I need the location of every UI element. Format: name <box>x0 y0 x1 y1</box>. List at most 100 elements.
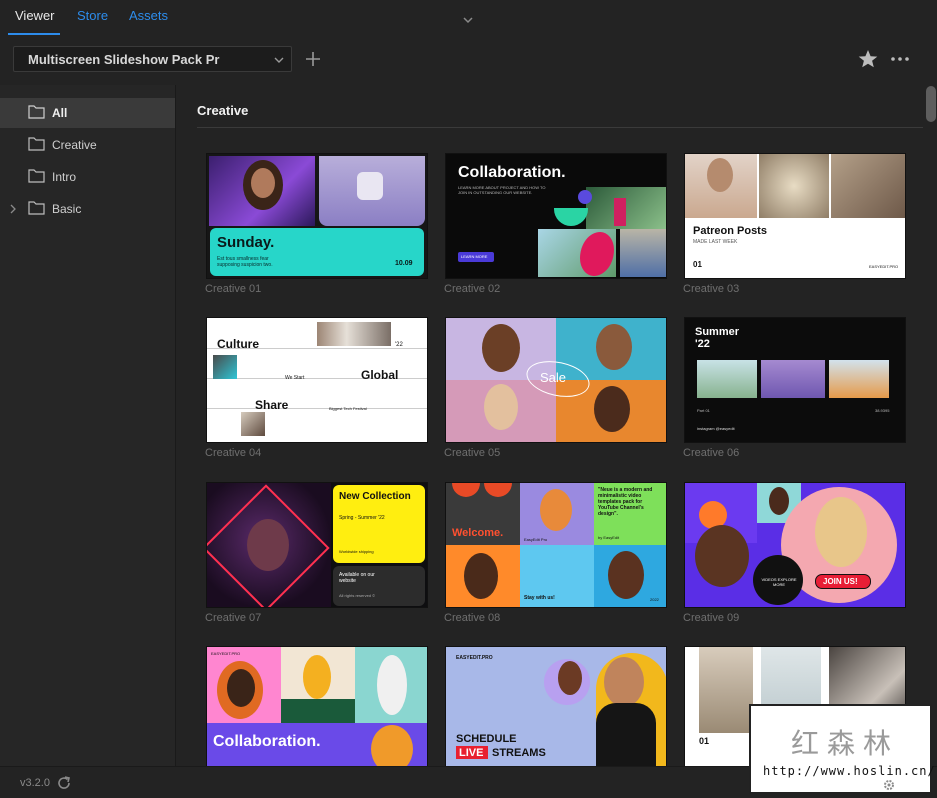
thumbnail-photo <box>761 360 825 398</box>
thumbnail-shape <box>554 208 588 226</box>
thumbnail-photo <box>241 412 265 436</box>
template-thumbnail: Summer '22 Part 01 38.9395 instagram @ea… <box>684 317 906 443</box>
template-caption: Creative 08 <box>444 612 501 624</box>
thumbnail-title: SCHEDULE <box>456 733 517 745</box>
template-caption: Creative 01 <box>205 283 262 295</box>
template-caption: Creative 07 <box>205 612 262 624</box>
thumbnail-title: Welcome. <box>452 527 504 539</box>
thumbnail-number: 10.09 <box>395 260 413 267</box>
thumbnail-highlight-text: LIVE <box>459 747 484 759</box>
thumbnail-photo <box>594 386 630 432</box>
sidebar-item-creative[interactable]: Creative <box>0 130 175 160</box>
template-caption: Creative 09 <box>683 612 740 624</box>
thumbnail-photo <box>831 154 905 218</box>
thumbnail-title: New Collection <box>339 491 411 502</box>
template-caption: Creative 03 <box>683 283 740 295</box>
thumbnail-photo <box>558 661 582 695</box>
tab-assets[interactable]: Assets <box>129 8 168 23</box>
vertical-scrollbar[interactable] <box>926 86 936 122</box>
template-thumbnail: EASYEDIT.PRO Collaboration. <box>206 646 428 766</box>
thumbnail-photo <box>604 657 644 707</box>
template-thumbnail: Sunday. Est tous smallness fear supposin… <box>206 153 428 279</box>
thumbnail-brand: EASYEDIT.PRO <box>869 264 899 269</box>
thumbnail-text: 2022 <box>650 597 659 602</box>
thumbnail-word: Global <box>361 368 399 382</box>
thumbnail-photo <box>620 229 666 277</box>
pack-select-value: Multiscreen Slideshow Pack Pr <box>28 52 220 67</box>
plus-icon[interactable] <box>303 49 323 69</box>
sidebar-item-label: Basic <box>52 202 82 216</box>
thumbnail-ring-text: VIDEOS EXPLORE MORE <box>761 577 797 587</box>
thumbnail-photo <box>317 322 391 346</box>
watermark-url: http://www.hoslin.cn/ <box>763 764 936 778</box>
template-thumbnail: Collaboration. LEARN MORE ABOUT PROJECT … <box>445 153 667 279</box>
folder-icon <box>28 105 45 119</box>
template-thumbnail: JOIN US! VIDEOS EXPLORE MORE <box>684 482 906 608</box>
sidebar-item-intro[interactable]: Intro <box>0 162 175 192</box>
template-caption: Creative 02 <box>444 283 501 295</box>
thumbnail-photo <box>371 725 413 766</box>
sidebar-item-label: Creative <box>52 138 97 152</box>
folder-icon <box>28 169 45 183</box>
thumbnail-photo <box>303 655 331 699</box>
pack-select[interactable]: Multiscreen Slideshow Pack Pr <box>13 46 292 72</box>
thumbnail-text: EasyEdit Pro <box>524 537 548 542</box>
refresh-icon[interactable] <box>56 775 72 791</box>
folder-icon <box>28 137 45 151</box>
thumbnail-brand: instagram @easyedit <box>697 426 735 431</box>
tab-store[interactable]: Store <box>77 8 108 23</box>
template-thumbnail: Sale <box>445 317 667 443</box>
thumbnail-photo <box>695 525 749 587</box>
thumbnail-quote: "Neue is a modern and minimalistic video… <box>598 487 653 517</box>
template-thumbnail: Welcome. EasyEdit Pro "Neue is a modern … <box>445 482 667 608</box>
thumbnail-photo <box>484 384 518 430</box>
more-icon[interactable] <box>889 48 911 70</box>
thumbnail-word: Share <box>255 398 289 412</box>
thumbnail-photo <box>699 647 753 733</box>
thumbnail-photo <box>697 360 757 398</box>
thumbnail-brand: EASYEDIT.PRO <box>456 655 493 661</box>
thumbnail-text: All rights reserved © <box>339 593 376 598</box>
version-label: v3.2.0 <box>20 777 50 789</box>
thumbnail-photo <box>540 489 572 531</box>
tab-viewer[interactable]: Viewer <box>15 8 55 23</box>
thumbnail-photo <box>829 360 889 398</box>
thumbnail-photo <box>596 703 656 766</box>
template-caption: Creative 05 <box>444 447 501 459</box>
chevron-down-icon[interactable] <box>462 14 474 26</box>
template-caption: Creative 04 <box>205 447 262 459</box>
thumbnail-number: 38.9395 <box>875 408 890 413</box>
thumbnail-shape <box>578 190 592 204</box>
thumbnail-number: 01 <box>699 736 710 746</box>
thumbnail-photo <box>377 655 407 715</box>
chevron-right-icon[interactable] <box>9 204 17 214</box>
thumbnail-word: Biggest Tech Festival <box>329 406 367 411</box>
thumbnail-text: Part 01 <box>697 408 710 413</box>
thumbnail-photo <box>482 324 520 372</box>
thumbnail-title: Sunday. <box>217 234 275 251</box>
thumbnail-photo <box>596 324 632 370</box>
thumbnail-subtitle: Spring - Summer '22 <box>339 515 385 521</box>
thumbnail-title: Collaboration. <box>458 164 566 181</box>
thumbnail-text: Available on our website <box>339 572 375 584</box>
thumbnail-photo <box>247 519 289 571</box>
star-icon[interactable] <box>857 48 879 70</box>
gear-icon[interactable] <box>882 778 896 792</box>
template-gallery: Creative Sunday. Est tous smallness fear… <box>177 85 937 766</box>
active-tab-indicator <box>8 33 60 35</box>
thumbnail-text: Stay with us! <box>524 595 555 601</box>
sidebar-item-label: Intro <box>52 170 77 184</box>
sidebar-item-basic[interactable]: Basic <box>0 194 175 224</box>
thumbnail-photo <box>357 172 383 200</box>
sidebar-item-all[interactable]: All <box>0 98 175 128</box>
watermark-text: 红森林 <box>791 727 900 760</box>
thumbnail-button-label: LEARN MORE <box>461 254 488 259</box>
thumbnail-number: 01 <box>693 260 702 269</box>
thumbnail-word: '22 <box>395 342 403 348</box>
thumbnail-badge-label: JOIN US! <box>823 577 858 586</box>
thumbnail-brand: EASYEDIT.PRO <box>211 651 241 656</box>
section-title: Creative <box>197 103 249 118</box>
template-thumbnail: EASYEDIT.PRO SCHEDULE LIVE STREAMS <box>445 646 667 766</box>
thumbnail-photo <box>707 158 733 192</box>
thumbnail-word: We Start <box>285 375 305 381</box>
